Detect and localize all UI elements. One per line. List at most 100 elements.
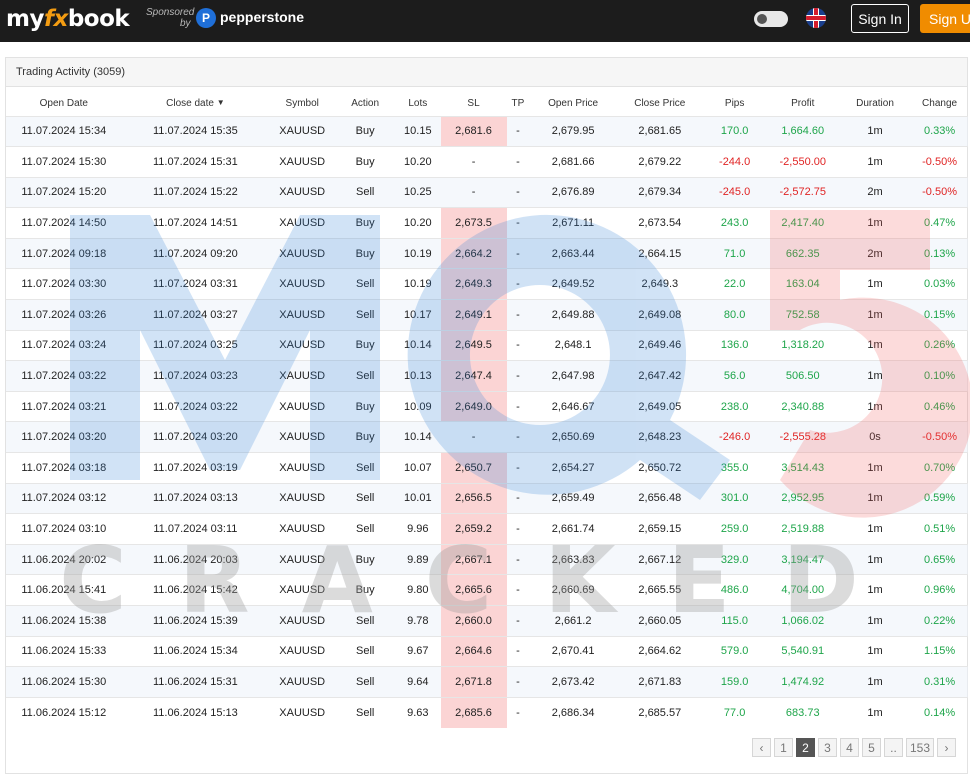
cell-close-price: 2,660.05: [616, 605, 703, 637]
cell-pips: 77.0: [702, 696, 767, 728]
cell-pips: 238.0: [702, 390, 767, 422]
col-symbol[interactable]: Symbol: [269, 92, 335, 116]
cell-open-date: 11.07.2024 03:21: [6, 390, 122, 422]
table-row[interactable]: 11.06.2024 15:33 11.06.2024 15:34 XAUUSD Se…: [6, 635, 968, 667]
chevron-right-icon[interactable]: ›: [937, 738, 957, 757]
cell-pips: -246.0: [702, 421, 767, 453]
cell-close-price: 2,679.34: [616, 176, 703, 208]
cell-lots: 10.14: [395, 329, 441, 361]
cell-open-price: 2,649.52: [529, 268, 617, 300]
cell-pips: 136.0: [702, 329, 767, 361]
sign-in-button[interactable]: Sign In: [851, 4, 909, 33]
cell-action: Sell: [335, 452, 396, 484]
col-lots[interactable]: Lots: [395, 92, 440, 116]
cell-sl: 2,647.4: [440, 360, 507, 392]
table-row[interactable]: 11.06.2024 15:38 11.06.2024 15:39 XAUUSD Se…: [6, 605, 968, 637]
table-row[interactable]: 11.07.2024 03:30 11.07.2024 03:31 XAUUSD Se…: [6, 268, 968, 300]
col-close-date-label: Close date: [166, 98, 214, 110]
table-row[interactable]: 11.07.2024 09:18 11.07.2024 09:20 XAUUSD Bu…: [6, 237, 968, 269]
page-2[interactable]: 2: [796, 738, 815, 757]
page-4[interactable]: 4: [840, 738, 859, 757]
cell-sl: -: [440, 176, 507, 208]
cell-tp: -: [506, 268, 530, 300]
cell-profit: 662.35: [766, 237, 839, 269]
cell-pips: 355.0: [702, 452, 767, 484]
table-row[interactable]: 11.06.2024 15:12 11.06.2024 15:13 XAUUSD Se…: [6, 696, 968, 728]
page-153[interactable]: 153: [906, 738, 935, 757]
cell-duration: 1m: [838, 635, 912, 667]
cell-duration: 1m: [838, 360, 912, 392]
cell-profit: 752.58: [766, 299, 839, 331]
page-3[interactable]: 3: [818, 738, 837, 757]
cell-close-price: 2,671.83: [616, 666, 703, 698]
cell-open-date: 11.07.2024 14:50: [6, 207, 122, 239]
table-row[interactable]: 11.07.2024 03:18 11.07.2024 03:19 XAUUSD Se…: [6, 452, 968, 484]
table-row[interactable]: 11.07.2024 03:24 11.07.2024 03:25 XAUUSD Bu…: [6, 329, 968, 361]
cell-duration: 1m: [838, 146, 912, 178]
col-change[interactable]: Change: [911, 92, 968, 116]
table-row[interactable]: 11.07.2024 14:50 11.07.2024 14:51 XAUUSD Bu…: [6, 207, 968, 239]
cell-duration: 1m: [838, 299, 912, 331]
col-profit[interactable]: Profit: [767, 92, 839, 116]
cell-open-date: 11.07.2024 03:10: [6, 513, 122, 545]
cell-pips: 170.0: [702, 115, 767, 147]
cell-action: Buy: [335, 146, 396, 178]
cell-sl: -: [440, 421, 507, 453]
pepperstone-logo-icon: P: [196, 8, 216, 28]
cell-tp: -: [506, 482, 530, 514]
cell-close-date: 11.07.2024 03:19: [121, 452, 270, 484]
col-duration[interactable]: Duration: [839, 92, 911, 116]
cell-close-date: 11.06.2024 15:42: [121, 574, 270, 606]
cell-action: Sell: [335, 666, 396, 698]
table-row[interactable]: 11.07.2024 03:21 11.07.2024 03:22 XAUUSD Bu…: [6, 390, 968, 422]
theme-toggle[interactable]: [754, 11, 788, 27]
cell-change: 0.15%: [911, 299, 968, 331]
cell-close-date: 11.06.2024 15:31: [121, 666, 270, 698]
cell-action: Buy: [335, 421, 396, 453]
col-open-date[interactable]: Open Date: [6, 92, 122, 116]
table-row[interactable]: 11.07.2024 15:30 11.07.2024 15:31 XAUUSD Bu…: [6, 146, 968, 178]
uk-flag-icon[interactable]: [806, 8, 826, 28]
cell-sl: 2,667.1: [440, 543, 507, 575]
myfxbook-logo[interactable]: my fx book: [6, 4, 130, 34]
page-5[interactable]: 5: [862, 738, 881, 757]
col-close-date[interactable]: Close date ▼: [122, 92, 270, 116]
cell-change: 0.65%: [911, 543, 968, 575]
chevron-left-icon[interactable]: ‹: [752, 738, 771, 757]
col-action[interactable]: Action: [335, 92, 395, 116]
table-row[interactable]: 11.07.2024 03:12 11.07.2024 03:13 XAUUSD Se…: [6, 482, 968, 514]
cell-profit: 163.04: [766, 268, 839, 300]
table-row[interactable]: 11.07.2024 03:26 11.07.2024 03:27 XAUUSD Se…: [6, 299, 968, 331]
table-row[interactable]: 11.07.2024 03:10 11.07.2024 03:11 XAUUSD Se…: [6, 513, 968, 545]
col-pips[interactable]: Pips: [703, 92, 767, 116]
page-1[interactable]: 1: [774, 738, 793, 757]
cell-close-price: 2,679.22: [616, 146, 703, 178]
col-tp[interactable]: TP: [507, 92, 530, 116]
cell-action: Sell: [335, 176, 396, 208]
cell-symbol: XAUUSD: [269, 329, 336, 361]
table-row[interactable]: 11.07.2024 03:22 11.07.2024 03:23 XAUUSD Se…: [6, 360, 968, 392]
cell-tp: -: [506, 176, 530, 208]
table-row[interactable]: 11.06.2024 15:41 11.06.2024 15:42 XAUUSD Bu…: [6, 574, 968, 606]
col-sl[interactable]: SL: [441, 92, 507, 116]
cell-close-price: 2,681.65: [616, 115, 703, 147]
sponsor-name[interactable]: pepperstone: [220, 9, 304, 25]
sign-up-button[interactable]: Sign Up: [920, 4, 970, 33]
table-row[interactable]: 11.06.2024 15:30 11.06.2024 15:31 XAUUSD Se…: [6, 666, 968, 698]
cell-open-price: 2,646.67: [529, 390, 617, 422]
table-row[interactable]: 11.07.2024 03:20 11.07.2024 03:20 XAUUSD Bu…: [6, 421, 968, 453]
table-row[interactable]: 11.06.2024 20:02 11.06.2024 20:03 XAUUSD Bu…: [6, 543, 968, 575]
table-row[interactable]: 11.07.2024 15:34 11.07.2024 15:35 XAUUSD Bu…: [6, 115, 968, 147]
cell-lots: 9.80: [395, 574, 441, 606]
table-row[interactable]: 11.07.2024 15:20 11.07.2024 15:22 XAUUSD Se…: [6, 176, 968, 208]
cell-sl: -: [440, 146, 507, 178]
cell-close-price: 2,649.3: [616, 268, 703, 300]
col-open-price[interactable]: Open Price: [529, 92, 617, 116]
cell-action: Sell: [335, 513, 396, 545]
cell-sl: 2,664.6: [440, 635, 507, 667]
cell-action: Sell: [335, 299, 396, 331]
col-close-price[interactable]: Close Price: [617, 92, 703, 116]
cell-close-price: 2,664.15: [616, 237, 703, 269]
cell-change: 0.10%: [911, 360, 968, 392]
cell-close-price: 2,667.12: [616, 543, 703, 575]
